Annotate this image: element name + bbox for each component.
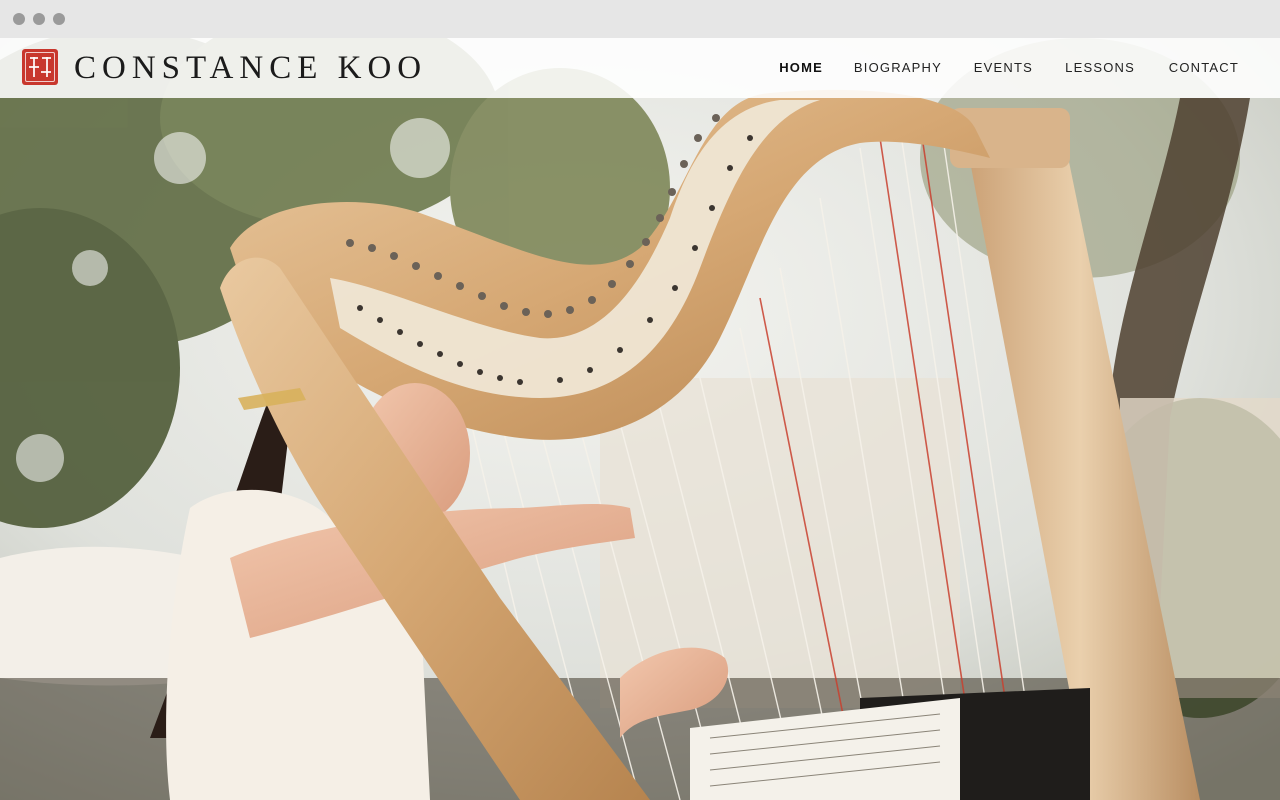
nav-item-events[interactable]: EVENTS [974, 38, 1033, 98]
nav-item-lessons[interactable]: LESSONS [1065, 38, 1135, 98]
window-minimize-dot[interactable] [33, 13, 45, 25]
seal-stroke [46, 57, 48, 77]
window-maximize-dot[interactable] [53, 13, 65, 25]
window-close-dot[interactable] [13, 13, 25, 25]
seal-stroke [41, 71, 51, 73]
hero-image [0, 38, 1280, 800]
seal-stroke [29, 66, 39, 68]
nav-item-biography[interactable]: BIOGRAPHY [854, 38, 942, 98]
browser-window: CONSTANCE KOO HOME BIOGRAPHY EVENTS LESS… [0, 0, 1280, 800]
browser-chrome [0, 0, 1280, 38]
nav-item-home[interactable]: HOME [779, 38, 823, 98]
site-title[interactable]: CONSTANCE KOO [74, 46, 427, 90]
nav-item-contact[interactable]: CONTACT [1169, 38, 1239, 98]
chinese-seal-logo-icon[interactable] [22, 49, 58, 85]
harp-performance-photo [0, 38, 1280, 800]
site-header: CONSTANCE KOO HOME BIOGRAPHY EVENTS LESS… [0, 38, 1280, 98]
